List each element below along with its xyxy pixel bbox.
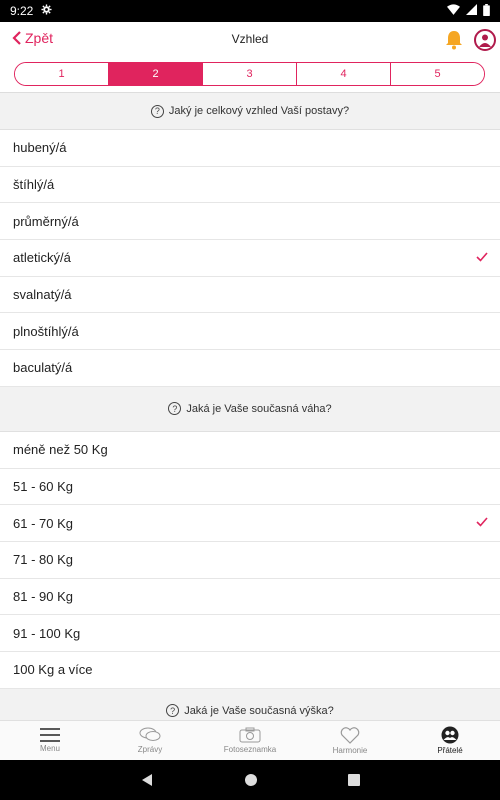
option-row[interactable]: 100 Kg a více (0, 651, 500, 689)
step-4[interactable]: 4 (297, 63, 391, 85)
signal-icon (466, 4, 477, 18)
option-label: průměrný/á (13, 213, 79, 229)
option-row-selected[interactable]: 61 - 70 Kg (0, 505, 500, 542)
tab-friends[interactable]: Přátelé (400, 721, 500, 760)
option-label: 91 - 100 Kg (13, 625, 81, 641)
settings-icon (41, 4, 52, 18)
tab-harmony[interactable]: Harmonie (300, 721, 400, 760)
tab-menu[interactable]: Menu (0, 721, 100, 760)
option-label: svalnatý/á (13, 287, 72, 303)
option-row[interactable]: 51 - 60 Kg (0, 468, 500, 506)
recents-square-icon[interactable] (348, 774, 360, 786)
option-row[interactable]: štíhlý/á (0, 166, 500, 204)
section-header-body-type: ? Jaký je celkový vzhled Vaší postavy? (0, 93, 500, 130)
page-title: Vzhled (231, 32, 269, 46)
chat-bubbles-icon (139, 727, 161, 741)
section-header-weight: ? Jaká je Vaše současná váha? (0, 386, 500, 432)
help-icon: ? (150, 104, 164, 118)
option-label: méně než 50 Kg (13, 442, 108, 458)
tab-label: Zprávy (137, 745, 163, 754)
user-silhouette-icon (479, 34, 491, 47)
option-label: 81 - 90 Kg (13, 588, 73, 604)
home-circle-icon[interactable] (244, 773, 258, 787)
option-row[interactable]: hubený/á (0, 130, 500, 167)
option-label: štíhlý/á (13, 177, 55, 193)
option-label: 51 - 60 Kg (13, 478, 73, 494)
option-label: atletický/á (13, 250, 71, 266)
option-row-selected[interactable]: atletický/á (0, 240, 500, 277)
option-label: 61 - 70 Kg (13, 515, 73, 531)
friends-icon (441, 726, 459, 744)
step-3[interactable]: 3 (203, 63, 297, 85)
question-list[interactable]: ? Jaký je celkový vzhled Vaší postavy? h… (0, 92, 500, 720)
option-row[interactable]: svalnatý/á (0, 276, 500, 314)
heart-icon (340, 726, 360, 744)
system-navigation-bar (0, 760, 500, 800)
help-icon: ? (168, 402, 182, 416)
option-row[interactable]: plnoštíhlý/á (0, 313, 500, 351)
checkmark-icon (476, 517, 488, 527)
notification-bell-icon[interactable] (445, 30, 463, 55)
option-label: 71 - 80 Kg (13, 552, 73, 568)
section-header-height: ? Jaká je Vaše současná výška? (0, 688, 500, 720)
question-label: Jaká je Vaše současná váha? (186, 402, 332, 415)
bottom-tab-bar: Menu Zprávy Fotoseznamka Harmonie Přátel… (0, 720, 500, 760)
hamburger-menu-icon (40, 728, 60, 742)
option-label: 100 Kg a více (13, 662, 93, 678)
step-1[interactable]: 1 (15, 63, 109, 85)
option-row[interactable]: 71 - 80 Kg (0, 541, 500, 579)
tab-label: Fotoseznamka (223, 745, 277, 754)
tab-messages[interactable]: Zprávy (100, 721, 200, 760)
back-triangle-icon[interactable] (140, 773, 154, 787)
tab-label: Menu (39, 744, 60, 753)
tab-photo-dating[interactable]: Fotoseznamka (200, 721, 300, 760)
help-icon: ? (166, 704, 180, 718)
option-row[interactable]: 91 - 100 Kg (0, 615, 500, 652)
option-label: plnoštíhlý/á (13, 323, 79, 339)
step-5[interactable]: 5 (391, 63, 484, 85)
option-row[interactable]: 81 - 90 Kg (0, 578, 500, 616)
wifi-icon (447, 4, 460, 18)
progress-stepper: 1 2 3 4 5 (14, 62, 485, 86)
tab-label: Přátelé (437, 746, 463, 755)
tab-label: Harmonie (332, 745, 368, 755)
top-navigation-bar: Zpět Vzhled (0, 22, 500, 58)
avatar[interactable] (474, 29, 496, 51)
step-2[interactable]: 2 (109, 63, 203, 85)
option-row[interactable]: méně než 50 Kg (0, 431, 500, 469)
camera-icon (239, 727, 261, 743)
option-label: hubený/á (13, 140, 67, 156)
checkmark-icon (476, 252, 488, 262)
status-time: 9:22 (10, 4, 34, 18)
battery-icon (483, 3, 490, 19)
option-label: baculatý/á (13, 360, 73, 376)
question-label: Jaký je celkový vzhled Vaší postavy? (168, 105, 350, 117)
status-bar: 9:22 (0, 0, 500, 22)
question-label: Jaká je Vaše současná výška? (184, 704, 334, 717)
option-row[interactable]: průměrný/á (0, 203, 500, 241)
option-row[interactable]: baculatý/á (0, 350, 500, 387)
